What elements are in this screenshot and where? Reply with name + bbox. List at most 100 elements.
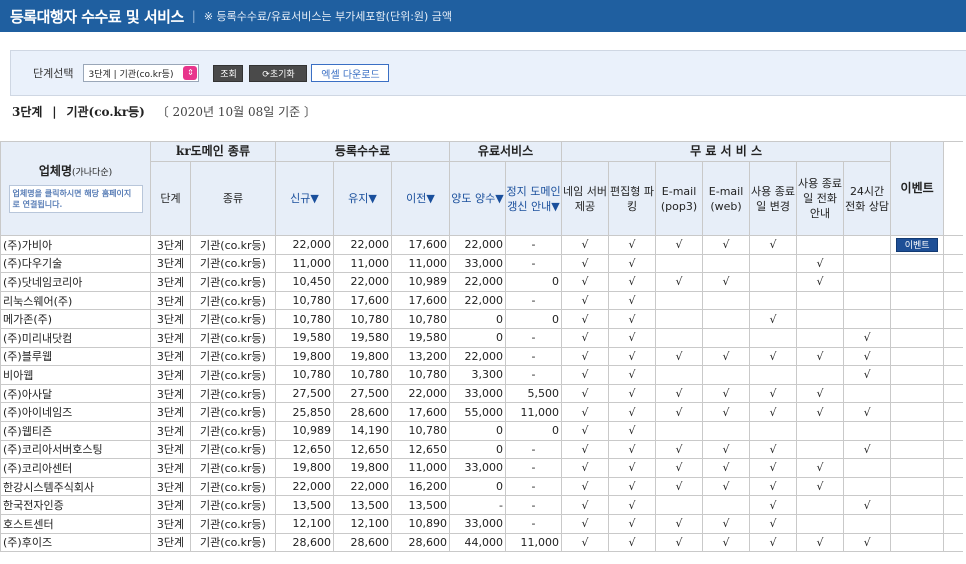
expiry-call-cell: [796, 420, 845, 441]
email-pop3-cell: √: [655, 513, 704, 534]
company-name-link[interactable]: 한강시스템주식회사: [0, 476, 151, 497]
company-name-link[interactable]: 비아웹: [0, 365, 151, 385]
email-pop3-cell: [655, 420, 704, 441]
email-web-cell: √: [702, 272, 751, 292]
expiry-call-cell: [796, 235, 845, 255]
level-cell: 3단계: [150, 365, 191, 385]
support-24h-cell: [843, 290, 892, 311]
support-24h-cell: √: [843, 327, 892, 348]
nameserver-cell: √: [561, 532, 610, 553]
level-select-label: 단계선택: [33, 67, 74, 80]
expiry-call-cell: √: [796, 272, 845, 292]
table-edge-cell: [943, 458, 963, 478]
assign-fee-sort-header[interactable]: 양도 양수▼: [449, 161, 507, 236]
reset-button[interactable]: ⟳초기화: [249, 64, 308, 82]
email-web-cell: √: [702, 383, 751, 404]
level-select[interactable]: 3단계 | 기관(co.kr등) ⇕: [83, 64, 200, 82]
company-name-link[interactable]: (주)아이네임즈: [0, 402, 151, 422]
company-name-link[interactable]: (주)웹티즌: [0, 420, 151, 441]
kind-cell: 기관(co.kr등): [189, 327, 277, 348]
crumb-sep: |: [52, 105, 57, 119]
company-name-link[interactable]: 한국전자인증: [0, 495, 151, 515]
expiry-change-column-header: 사용 종료일 변경: [749, 161, 798, 236]
edit-parking-cell: √: [608, 532, 657, 553]
expiry-call-cell: √: [796, 458, 845, 478]
event-cell: [890, 458, 945, 478]
company-name-link[interactable]: (주)코리아센터: [0, 458, 151, 478]
transfer-fee-cell: 16,200: [391, 476, 451, 497]
excel-download-button[interactable]: 엑셀 다운로드: [311, 64, 390, 82]
expiry-call-column-header: 사용 종료일 전화 안내: [796, 161, 845, 236]
company-name-link[interactable]: (주)닷네임코리아: [0, 272, 151, 292]
new-fee-sort-header[interactable]: 신규▼: [275, 161, 335, 236]
table-edge: [943, 141, 963, 236]
kind-cell: 기관(co.kr등): [189, 290, 277, 311]
expiry-call-cell: [796, 495, 845, 515]
event-button[interactable]: 이벤트: [896, 237, 939, 252]
level-cell: 3단계: [150, 253, 191, 274]
email-web-cell: [702, 253, 751, 274]
email-pop3-cell: √: [655, 402, 704, 422]
edit-parking-cell: √: [608, 272, 657, 292]
company-name-link[interactable]: (주)후이즈: [0, 532, 151, 553]
email-pop3-cell: [655, 309, 704, 329]
table-row: (주)미리내닷컴 3단계 기관(co.kr등) 19,580 19,580 19,580 0…: [0, 327, 963, 348]
level-column-header: 단계: [150, 161, 191, 236]
edit-parking-cell: √: [608, 420, 657, 441]
new-fee-cell: 10,780: [275, 309, 335, 329]
transfer-fee-cell: 13,500: [391, 495, 451, 515]
company-name-link[interactable]: (주)가비아: [0, 235, 151, 255]
transfer-fee-cell: 10,780: [391, 309, 451, 329]
expiry-call-cell: [796, 365, 845, 385]
company-name-link[interactable]: (주)블루웹: [0, 346, 151, 367]
table-row: (주)아사달 3단계 기관(co.kr등) 27,500 27,500 22,000 33,…: [0, 383, 963, 404]
level-cell: 3단계: [150, 532, 191, 553]
company-name-link[interactable]: (주)아사달: [0, 383, 151, 404]
kind-cell: 기관(co.kr등): [189, 253, 277, 274]
kind-cell: 기관(co.kr등): [189, 346, 277, 367]
event-cell: [890, 402, 945, 422]
table-edge-cell: [943, 383, 963, 404]
expiry-call-cell: [796, 327, 845, 348]
company-name-link[interactable]: 리눅스웨어(주): [0, 290, 151, 311]
email-web-cell: √: [702, 439, 751, 460]
edit-parking-cell: √: [608, 513, 657, 534]
reg-fee-group-header: 등록수수료: [275, 141, 451, 162]
renew-fee-cell: 28,600: [333, 402, 393, 422]
level-cell: 3단계: [150, 402, 191, 422]
expiry-change-cell: [749, 420, 798, 441]
transfer-fee-sort-header[interactable]: 이전▼: [391, 161, 451, 236]
new-fee-cell: 19,800: [275, 346, 335, 367]
level-cell: 3단계: [150, 346, 191, 367]
company-column-header: 업체명(가나다순) 업체명을 클릭하시면 해당 홈페이지로 연결됩니다.: [0, 141, 151, 236]
table-edge-cell: [943, 513, 963, 534]
renew-fee-sort-header[interactable]: 유지▼: [333, 161, 393, 236]
company-name-link[interactable]: 메가존(주): [0, 309, 151, 329]
level-cell: 3단계: [150, 383, 191, 404]
nameserver-cell: √: [561, 513, 610, 534]
table-edge-cell: [943, 439, 963, 460]
stop-notice-sort-header[interactable]: 정지 도메인 갱신 안내▼: [505, 161, 563, 236]
new-fee-cell: 13,500: [275, 495, 335, 515]
support-24h-column-header: 24시간 전화 상담: [843, 161, 892, 236]
company-name-link[interactable]: (주)다우기술: [0, 253, 151, 274]
transfer-fee-cell: 17,600: [391, 235, 451, 255]
company-name-link[interactable]: (주)미리내닷컴: [0, 327, 151, 348]
transfer-fee-cell: 10,780: [391, 420, 451, 441]
stop-notice-fee-cell: -: [505, 327, 563, 348]
table-row: (주)코리아센터 3단계 기관(co.kr등) 19,800 19,800 11,000 3…: [0, 458, 963, 478]
company-name-link[interactable]: (주)코리아서버호스팅: [0, 439, 151, 460]
new-fee-cell: 12,100: [275, 513, 335, 534]
assign-fee-cell: 0: [449, 439, 507, 460]
search-button[interactable]: 조회: [213, 64, 244, 82]
assign-fee-cell: 22,000: [449, 290, 507, 311]
event-cell: [890, 439, 945, 460]
email-pop3-cell: √: [655, 458, 704, 478]
expiry-call-cell: √: [796, 532, 845, 553]
email-web-cell: √: [702, 346, 751, 367]
company-name-link[interactable]: 호스트센터: [0, 513, 151, 534]
edit-parking-column-header: 편집형 파킹: [608, 161, 657, 236]
renew-fee-cell: 19,800: [333, 346, 393, 367]
free-service-group-header: 무 료 서 비 스: [561, 141, 892, 162]
expiry-call-cell: √: [796, 346, 845, 367]
